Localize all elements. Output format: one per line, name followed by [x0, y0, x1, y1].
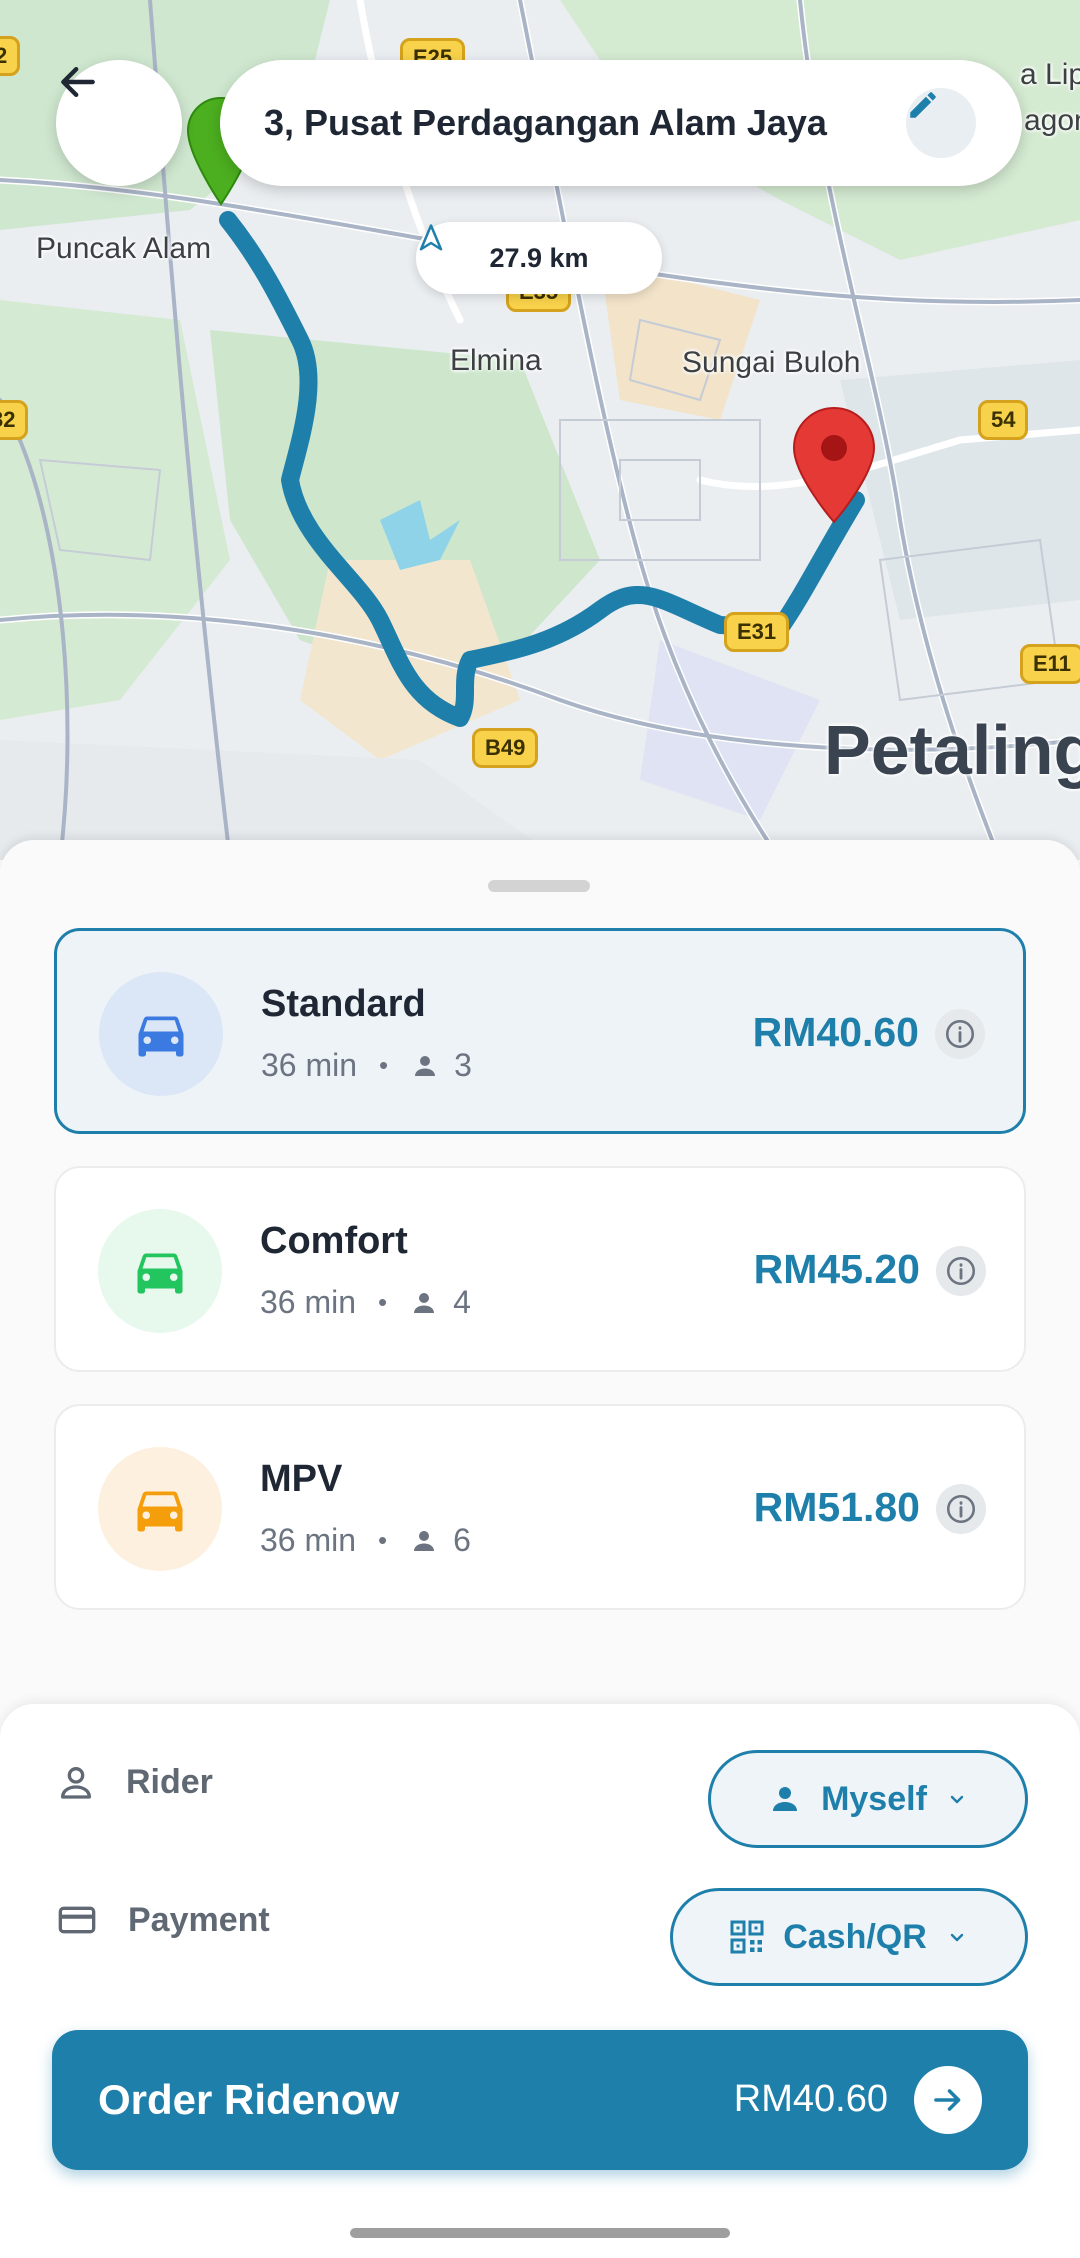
car-icon — [137, 1253, 183, 1294]
destination-address-field[interactable]: 3, Pusat Perdagangan Alam Jaya — [220, 60, 1022, 186]
person-icon — [414, 1530, 435, 1551]
separator-dot: • — [378, 1287, 388, 1317]
info-icon — [946, 1256, 976, 1286]
map-view[interactable]: Puncak Alam Elmina Sungai Buloh Petaling… — [0, 0, 1080, 860]
payment-select[interactable]: Cash/QR — [670, 1888, 1028, 1986]
ride-option-standard[interactable]: Standard 36 min • 3 RM40.60 — [54, 928, 1026, 1134]
person-outline-icon — [61, 1767, 92, 1799]
navigation-arrow-icon — [419, 224, 443, 251]
road-shield-54: 54 — [978, 400, 1029, 440]
payment-label: Payment — [128, 1900, 270, 1939]
map-label-partial-2: agon — [1024, 104, 1080, 137]
order-button[interactable]: Order Ridenow RM40.60 — [52, 2030, 1028, 2170]
ride-price: RM40.60 — [752, 1009, 919, 1055]
info-icon — [945, 1019, 975, 1049]
back-button[interactable] — [56, 60, 182, 186]
map-label-sungai-buloh: Sungai Buloh — [682, 346, 861, 379]
ride-price: RM51.80 — [753, 1484, 920, 1530]
ride-options-sheet: Standard 36 min • 3 RM40.60 Comfort 36 m… — [0, 840, 1080, 2258]
order-arrow-icon-wrap — [914, 2066, 982, 2134]
ride-meta: 36 min • 4 — [260, 1284, 471, 1321]
destination-pin-icon[interactable] — [792, 406, 876, 526]
road-shield-edge-1: 2 — [0, 36, 21, 76]
credit-card-icon — [58, 1906, 96, 1934]
route-distance-badge: 27.9 km — [416, 222, 662, 294]
road-shield-edge-2: 32 — [0, 400, 29, 440]
map-label-puncak-alam: Puncak Alam — [36, 232, 212, 265]
road-shield-e31: E31 — [724, 612, 790, 652]
person-icon — [415, 1055, 436, 1076]
rider-select[interactable]: Myself — [708, 1750, 1028, 1848]
rider-row-label: Rider — [56, 1762, 213, 1802]
ride-time: 36 min — [261, 1047, 358, 1083]
person-icon — [773, 1787, 798, 1811]
order-price: RM40.60 — [733, 2078, 888, 2120]
edit-address-button[interactable] — [906, 88, 976, 158]
ride-name: Standard — [261, 983, 426, 1025]
separator-dot: • — [378, 1525, 388, 1555]
pencil-icon — [910, 92, 936, 118]
ride-info-button[interactable] — [936, 1484, 986, 1534]
ride-time: 36 min — [260, 1284, 357, 1320]
ride-icon-wrap — [98, 1447, 222, 1571]
order-label: Order Ridenow — [98, 2076, 400, 2123]
road-shield-e11: E11 — [1020, 644, 1080, 684]
sheet-drag-handle[interactable] — [488, 880, 590, 892]
map-label-partial-1: a Lipu — [1020, 58, 1080, 91]
ride-meta: 36 min • 3 — [261, 1047, 472, 1084]
map-label-elmina: Elmina — [450, 344, 542, 377]
ride-capacity: 6 — [453, 1522, 471, 1558]
rider-label: Rider — [126, 1762, 213, 1801]
chevron-down-icon — [950, 1795, 964, 1804]
payment-row-label: Payment — [56, 1900, 270, 1940]
ride-icon-wrap — [98, 1209, 222, 1333]
rider-value: Myself — [821, 1779, 927, 1818]
car-icon — [137, 1491, 183, 1532]
ride-icon-wrap — [99, 972, 223, 1096]
ride-option-comfort[interactable]: Comfort 36 min • 4 RM45.20 — [54, 1166, 1026, 1372]
separator-dot: • — [379, 1050, 389, 1080]
ride-option-mpv[interactable]: MPV 36 min • 6 RM51.80 — [54, 1404, 1026, 1610]
chevron-down-icon — [950, 1933, 963, 1942]
ride-capacity: 3 — [454, 1047, 472, 1083]
ride-info-button[interactable] — [936, 1246, 986, 1296]
info-icon — [946, 1494, 976, 1524]
ride-name: Comfort — [260, 1220, 408, 1262]
qr-code-icon — [730, 1920, 764, 1954]
arrow-left-icon — [61, 66, 95, 98]
destination-address: 3, Pusat Perdagangan Alam Jaya — [264, 102, 827, 143]
ride-time: 36 min — [260, 1522, 357, 1558]
home-indicator[interactable] — [350, 2228, 730, 2238]
ride-info-button[interactable] — [935, 1009, 985, 1059]
person-icon — [414, 1292, 435, 1313]
ride-capacity: 4 — [453, 1284, 471, 1320]
car-icon — [138, 1016, 184, 1057]
map-label-petaling: Petaling — [824, 711, 1080, 789]
route-distance: 27.9 km — [489, 242, 589, 273]
payment-value: Cash/QR — [783, 1917, 927, 1956]
order-panel: Rider Myself Payment Cash/QR Order Riden… — [0, 1704, 1080, 2258]
road-shield-b49: B49 — [472, 728, 539, 768]
ride-price: RM45.20 — [753, 1246, 920, 1292]
ride-meta: 36 min • 6 — [260, 1522, 471, 1559]
arrow-right-icon — [934, 2089, 961, 2111]
ride-name: MPV — [260, 1458, 343, 1500]
